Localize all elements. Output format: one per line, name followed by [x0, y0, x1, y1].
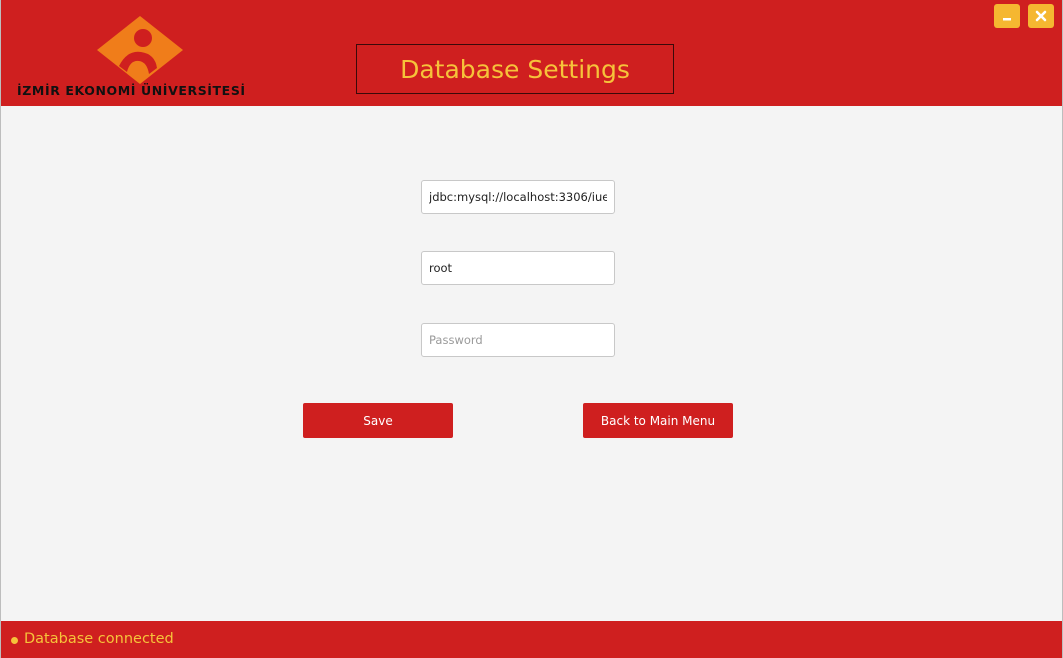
back-to-main-menu-button[interactable]: Back to Main Menu — [583, 403, 733, 438]
close-button[interactable] — [1028, 4, 1054, 28]
logo-text: İZMİR EKONOMİ ÜNİVERSİTESİ — [17, 83, 246, 98]
status-bar: Database connected — [1, 621, 1062, 658]
close-icon — [1035, 10, 1047, 22]
database-url-field[interactable] — [421, 180, 615, 214]
status-text: Database connected — [24, 631, 174, 647]
password-field[interactable] — [421, 323, 615, 357]
logo-emblem-icon — [97, 16, 183, 84]
minimize-icon — [1003, 18, 1011, 21]
minimize-button[interactable] — [994, 4, 1020, 28]
app-window: İZMİR EKONOMİ ÜNİVERSİTESİ Database Sett… — [0, 0, 1063, 658]
save-button[interactable]: Save — [303, 403, 453, 438]
username-field[interactable] — [421, 251, 615, 285]
page-title: Database Settings — [400, 54, 630, 84]
university-logo: İZMİR EKONOMİ ÜNİVERSİTESİ — [15, 10, 265, 100]
page-title-box: Database Settings — [356, 44, 674, 94]
header-bar: İZMİR EKONOMİ ÜNİVERSİTESİ Database Sett… — [1, 0, 1062, 106]
status-dot-icon — [11, 637, 18, 644]
